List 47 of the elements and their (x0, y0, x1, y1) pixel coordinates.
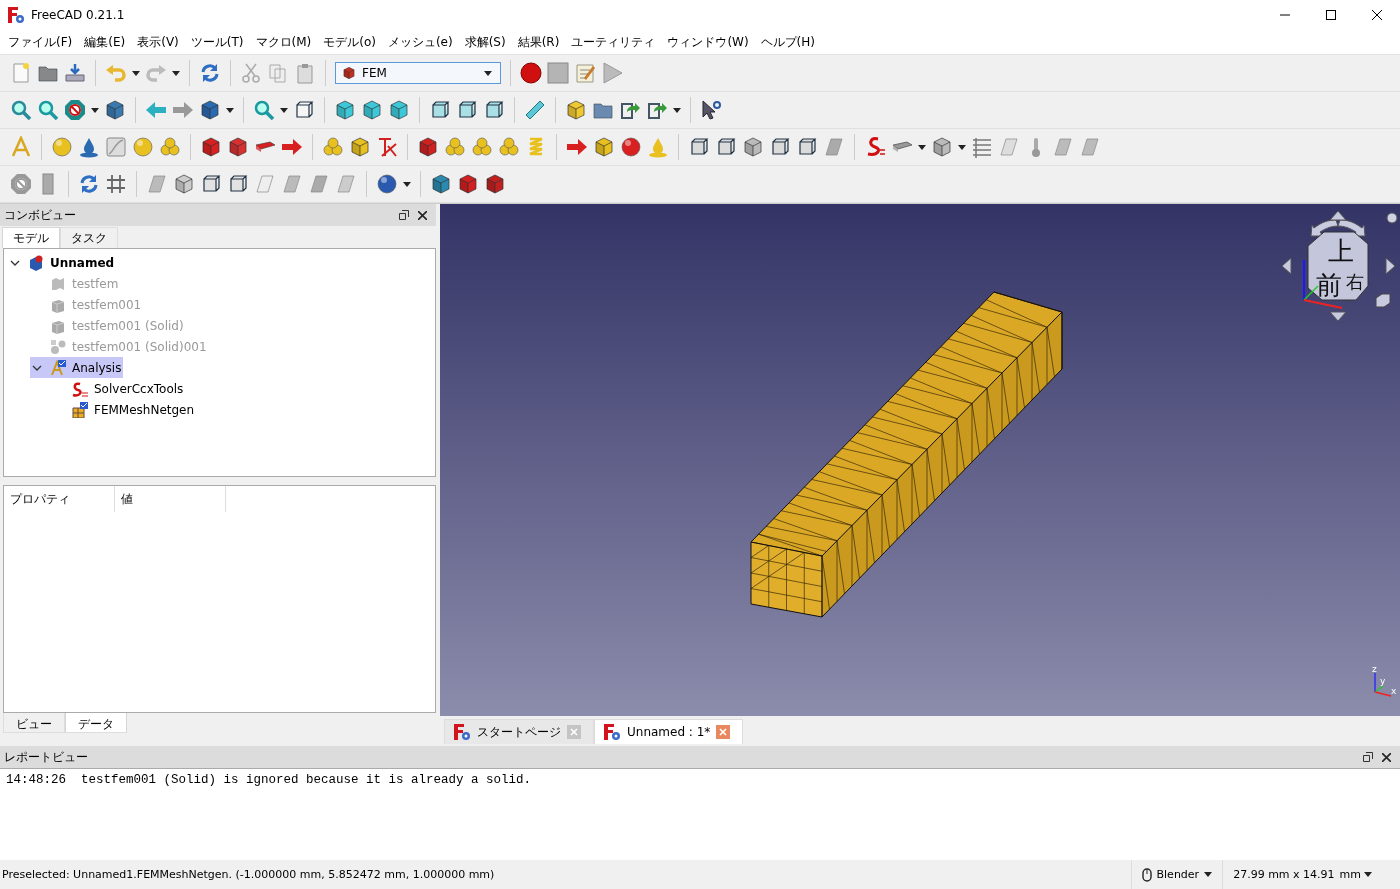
menu-item[interactable]: ファイル(F) (2, 31, 79, 53)
unit-dropdown[interactable]: mm (1339, 868, 1372, 881)
panel-tab[interactable]: データ (65, 713, 127, 734)
status-message: Preselected: Unnamed1.FEMMeshNetgen. (-1.000000 mm, 5.852472 mm, 1.000000 mm) (2, 868, 496, 881)
panel-tab[interactable]: タスク (60, 227, 118, 249)
axis-label: x (1391, 686, 1397, 697)
tree-item-label: testfem001 (72, 297, 142, 312)
window-title: FreeCAD 0.21.1 (31, 8, 125, 23)
tree-item-label: Unnamed (50, 255, 115, 270)
menu-item[interactable]: 表示(V) (131, 31, 185, 53)
axis-label: y (1380, 676, 1386, 687)
tree-item[interactable]: Unnamed (8, 252, 117, 274)
cube-face-label[interactable]: 上 (1328, 236, 1354, 267)
menu-item[interactable]: マクロ(M) (249, 31, 318, 53)
document-tab[interactable]: スタートページ (444, 719, 594, 745)
panel-title: レポートビュー (4, 748, 89, 766)
log-line: 14:48:26 testfem001 (Solid) is ignored because it is already a solid. (6, 773, 533, 788)
panel-tab[interactable]: モデル (2, 227, 60, 249)
tree-item-label: testfem001 (Solid)001 (72, 339, 207, 354)
cube-face-label[interactable]: 前 (1316, 270, 1342, 301)
menu-item[interactable]: ウィンドウ(W) (661, 31, 755, 53)
panel-tab[interactable]: ビュー (3, 713, 65, 734)
cube-face-label[interactable]: 右 (1346, 271, 1364, 293)
menu-item[interactable]: 求解(S) (458, 31, 512, 53)
column-header[interactable]: 値 (115, 486, 226, 513)
tree-item-label: testfem001 (Solid) (72, 318, 184, 333)
column-header[interactable]: プロパティ (4, 486, 115, 513)
navigation-style-button[interactable]: Blender (1130, 860, 1223, 889)
tree-item[interactable]: SolverCcxTools (52, 378, 186, 400)
menu-item[interactable]: 編集(E) (78, 31, 132, 53)
tree-item-label: FEMMeshNetgen (94, 402, 195, 417)
menu-item[interactable]: ツール(T) (184, 31, 250, 53)
dimension-text: 27.99 mm x 14.91 (1233, 868, 1335, 881)
menu-item[interactable]: ヘルプ(H) (754, 31, 821, 53)
tree-item-label: Analysis (72, 360, 122, 375)
tree-item-label: SolverCcxTools (94, 381, 184, 396)
panel-title: コンボビュー (4, 206, 77, 224)
document-tab[interactable]: Unnamed : 1* (594, 719, 744, 745)
tree-item[interactable]: FEMMeshNetgen (52, 399, 197, 421)
menu-item[interactable]: メッシュ(e) (381, 31, 459, 53)
tree-item-label: testfem (72, 276, 119, 291)
menu-item[interactable]: モデル(o) (317, 31, 382, 53)
axis-label: z (1372, 664, 1377, 675)
tree-item[interactable]: Analysis (30, 357, 124, 379)
menu-item[interactable]: 結果(R) (511, 31, 566, 53)
menu-item[interactable]: ユーティリティ (565, 31, 662, 53)
workbench-dropdown[interactable]: FEM (335, 62, 501, 85)
